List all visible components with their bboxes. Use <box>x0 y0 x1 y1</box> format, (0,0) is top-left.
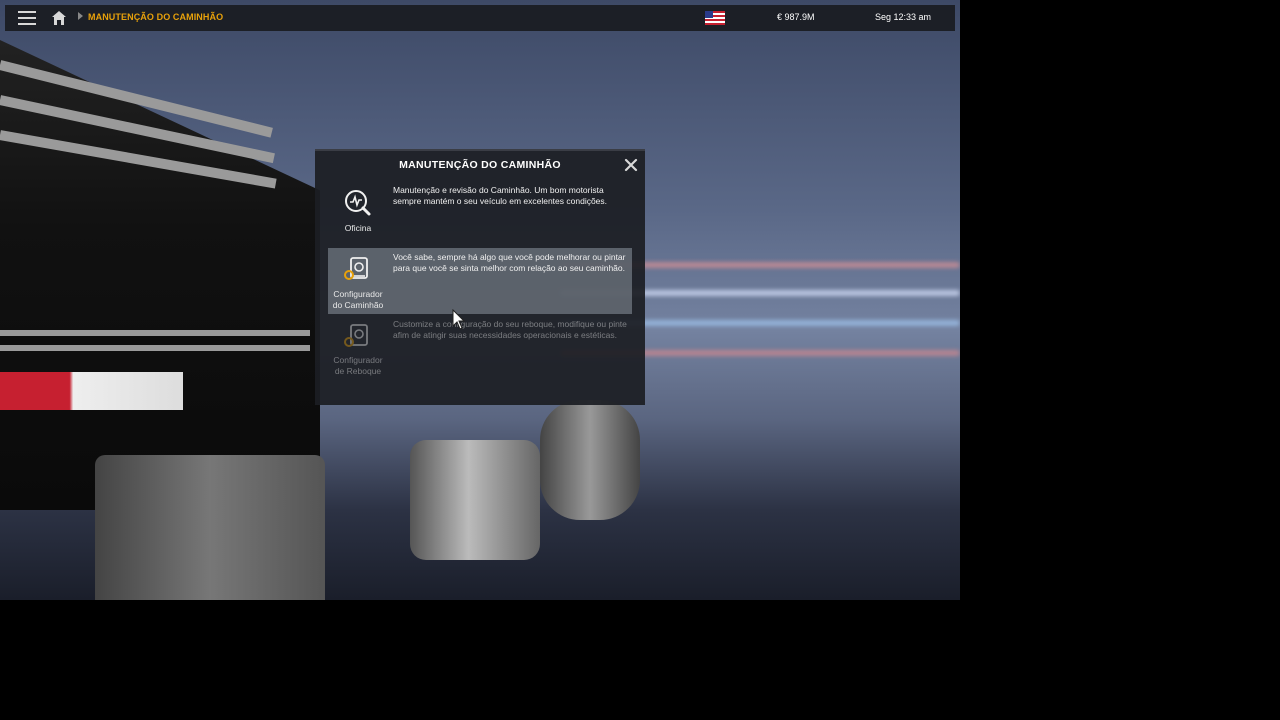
option-description: Manutenção e revisão do Caminhão. Um bom… <box>393 185 608 206</box>
option-configurador-caminhao[interactable]: Configurador do Caminhão Você sabe, semp… <box>328 248 632 314</box>
top-bar: MANUTENÇÃO DO CAMINHÃO € 987.9M Seg 12:3… <box>5 5 955 31</box>
trailer-config-icon <box>344 324 368 347</box>
option-oficina[interactable]: Oficina Manutenção e revisão do Caminhão… <box>328 181 632 245</box>
option-description: Você sabe, sempre há algo que você pode … <box>393 252 626 273</box>
usa-flag-icon <box>705 11 725 25</box>
mouse-cursor-icon <box>452 309 466 330</box>
breadcrumb[interactable]: MANUTENÇÃO DO CAMINHÃO <box>88 12 223 22</box>
truck-wheels <box>540 400 640 520</box>
option-label: Configurador do Caminhão <box>332 289 384 310</box>
breadcrumb-arrow-icon <box>78 12 83 20</box>
option-configurador-reboque[interactable]: Configurador de Reboque Customize a conf… <box>328 315 632 379</box>
truck-mudguard <box>95 455 325 600</box>
option-description: Customize a configuração do seu reboque,… <box>393 319 627 340</box>
option-label: Oficina <box>344 223 372 233</box>
dialog-title: MANUTENÇÃO DO CAMINHÃO <box>399 159 561 171</box>
truck-reflective-band <box>0 372 183 410</box>
money-balance: € 987.9M <box>777 12 815 22</box>
option-label: Configurador de Reboque <box>333 355 383 376</box>
home-icon[interactable] <box>51 10 67 26</box>
truck-rail <box>0 330 310 336</box>
truck-maintenance-dialog: MANUTENÇÃO DO CAMINHÃO Oficina Manutençã… <box>315 149 645 405</box>
truck-rail <box>0 345 310 351</box>
truck-fuel-tank <box>410 440 540 560</box>
truck-config-icon <box>344 257 368 280</box>
wrench-gauge-icon <box>345 190 371 216</box>
close-icon[interactable] <box>623 157 639 173</box>
hamburger-menu-icon[interactable] <box>18 11 36 25</box>
game-clock: Seg 12:33 am <box>875 12 932 22</box>
